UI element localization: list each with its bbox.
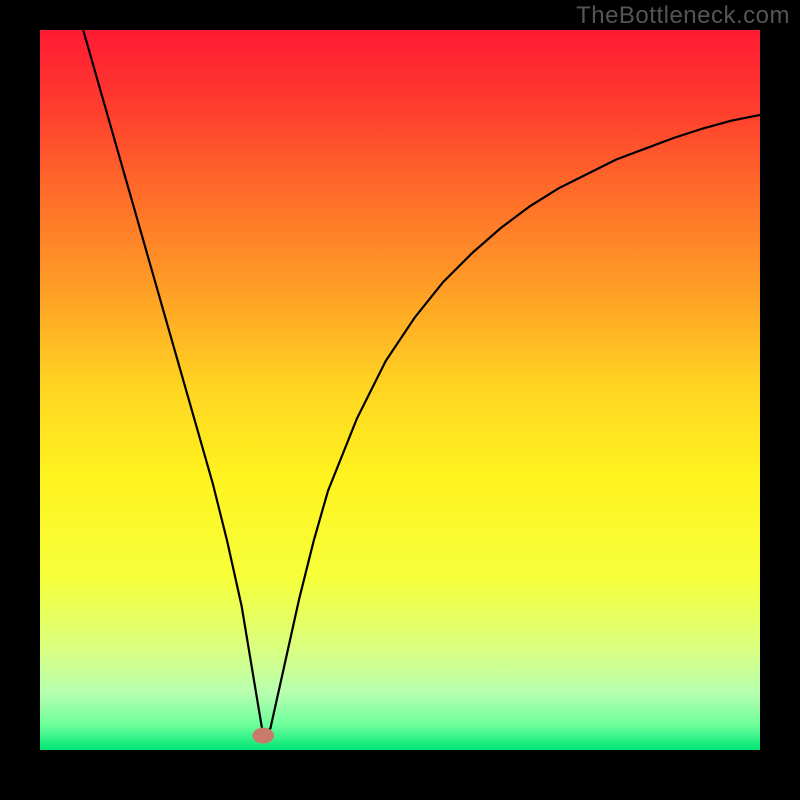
chart-svg [40, 30, 760, 750]
minimum-marker [252, 728, 274, 744]
plot-area [40, 30, 760, 750]
chart-frame: TheBottleneck.com [0, 0, 800, 800]
watermark-text: TheBottleneck.com [576, 2, 790, 30]
gradient-rect [40, 30, 760, 750]
